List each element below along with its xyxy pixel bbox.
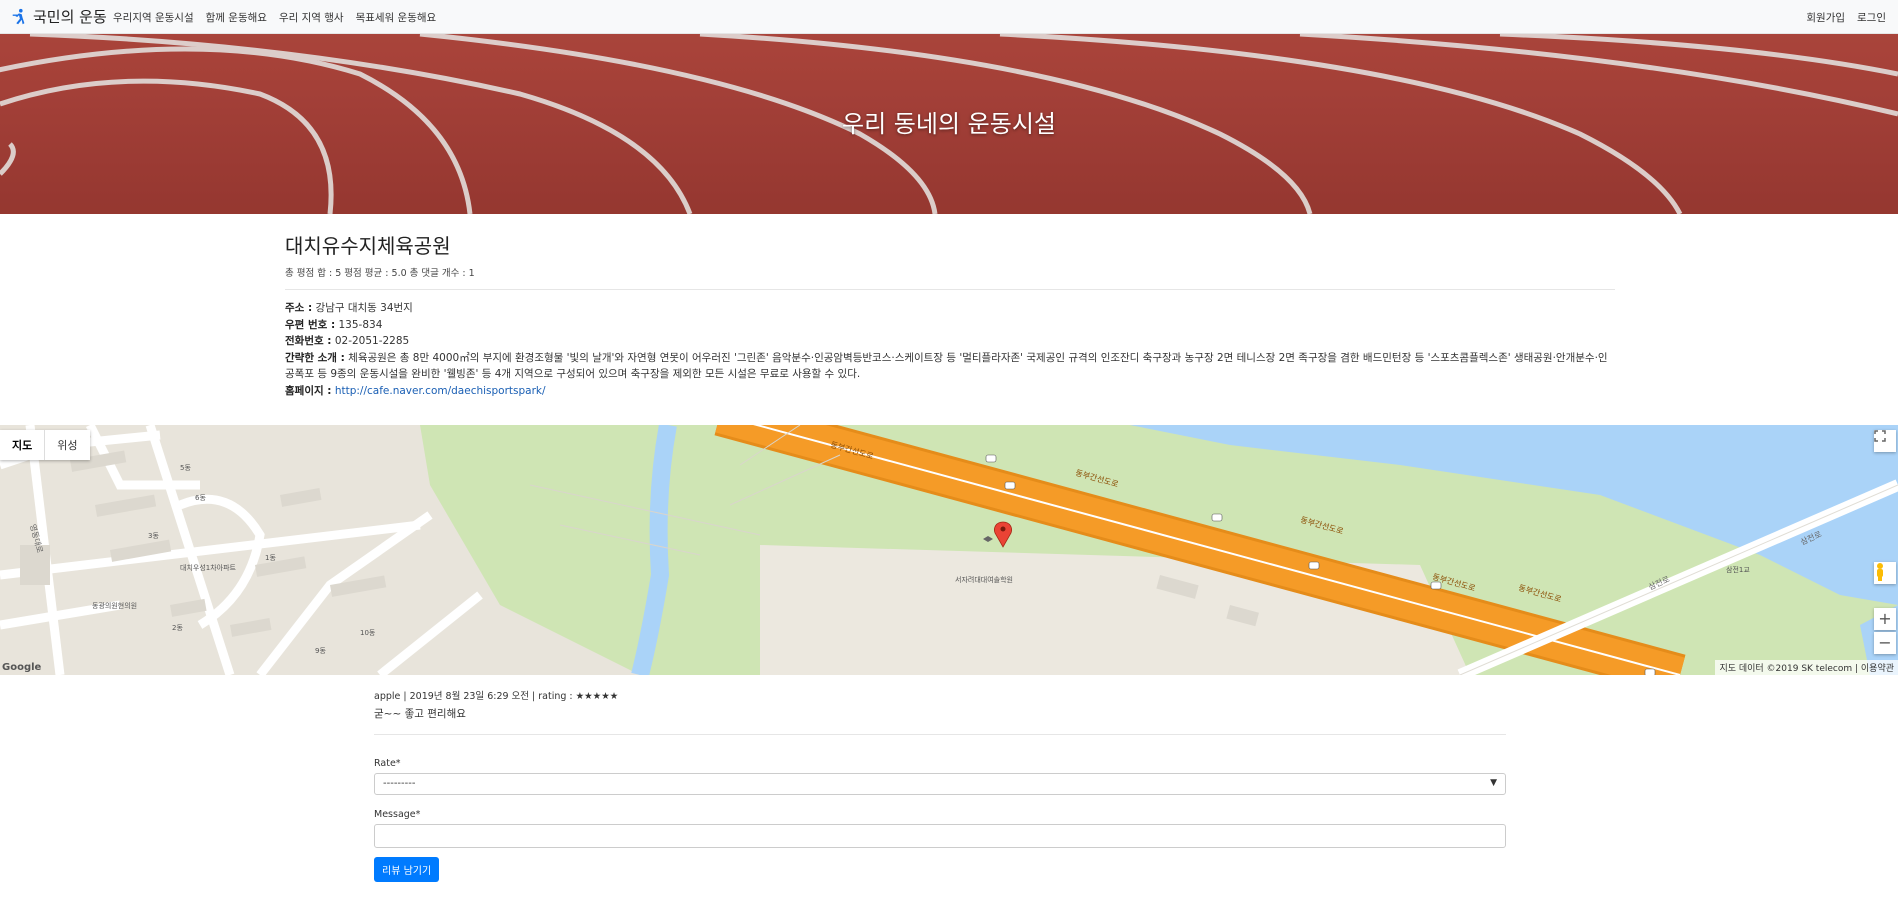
divider	[285, 289, 1615, 290]
chevron-down-icon: ▼	[1490, 778, 1497, 788]
navbar: 국민의 운동 우리지역 운동시설 함께 운동해요 우리 지역 행사 목표세워 운…	[0, 0, 1898, 34]
intro-row: 간략한 소개 : 체육공원은 총 8만 4000㎡의 부지에 환경조형물 '빛의…	[285, 350, 1615, 383]
map-label-school: 서자려대대여솔학원	[955, 575, 1013, 584]
zoom-in-button[interactable]: +	[1874, 608, 1896, 630]
street-view-button[interactable]	[1874, 562, 1896, 584]
nav-links: 우리지역 운동시설 함께 운동해요 우리 지역 행사 목표세워 운동해요	[113, 10, 436, 25]
zip-row: 우편 번호 : 135-834	[285, 317, 1615, 334]
hero-banner: 우리 동네의 운동시설	[0, 34, 1898, 214]
zoom-out-button[interactable]: −	[1874, 632, 1896, 654]
map-type-satellite-button[interactable]: 위성	[45, 430, 89, 460]
fullscreen-icon	[1874, 430, 1886, 442]
nav-item-together[interactable]: 함께 운동해요	[206, 10, 267, 25]
review-message: 굳~~ 좋고 편리해요	[374, 708, 466, 720]
map-label-building: 1동	[265, 554, 276, 562]
map-label-samjeon-1: 삼전1교	[1726, 565, 1750, 574]
message-input[interactable]	[374, 824, 1506, 848]
intro-label: 간략한 소개 :	[285, 351, 345, 364]
brand-link[interactable]: 국민의 운동	[10, 6, 107, 27]
divider	[374, 734, 1506, 735]
phone-row: 전화번호 : 02-2051-2285	[285, 333, 1615, 350]
homepage-row: 홈페이지 : http://cafe.naver.com/daechisport…	[285, 383, 1615, 400]
facility-detail: 대치유수지체육공원 총 평점 합 : 5 평점 평균 : 5.0 총 댓글 개수…	[285, 230, 1615, 399]
phone-value: 02-2051-2285	[334, 335, 410, 347]
brand-name: 국민의 운동	[33, 8, 107, 26]
review-item: apple | 2019년 8월 23일 6:29 오전 | rating : …	[374, 688, 1506, 735]
login-link[interactable]: 로그인	[1857, 10, 1886, 25]
map-label-building: 9동	[315, 647, 326, 655]
highway-shield-icon	[1644, 668, 1656, 675]
nav-right: 회원가입 로그인	[1806, 10, 1886, 25]
signup-link[interactable]: 회원가입	[1806, 10, 1845, 25]
message-label: Message*	[374, 809, 421, 820]
homepage-label: 홈페이지 :	[285, 384, 332, 397]
map-type-control: 지도 위성	[0, 430, 90, 460]
fullscreen-button[interactable]	[1874, 430, 1896, 452]
zip-label: 우편 번호 :	[285, 318, 336, 331]
zip-value: 135-834	[338, 318, 383, 331]
map-attribution[interactable]: 지도 데이터 ©2019 SK telecom | 이용약관	[1715, 660, 1898, 675]
homepage-link[interactable]: http://cafe.naver.com/daechisportspark/	[335, 385, 546, 397]
map-type-map-button[interactable]: 지도	[0, 430, 46, 460]
map-label-building: 5동	[180, 464, 191, 472]
map-label-building: 10동	[360, 629, 376, 637]
map-view[interactable]: 5동 6동 3동 1동 2동 10동 9동 대치우성1차아파트 동광의원현의원 …	[0, 425, 1898, 675]
phone-label: 전화번호 :	[285, 335, 332, 347]
map-label-hospital: 동광의원현의원	[92, 601, 137, 610]
map-label-building: 6동	[195, 494, 206, 502]
facility-name: 대치유수지체육공원	[285, 234, 451, 258]
highway-shield-icon	[985, 454, 997, 463]
map-label-apartment: 대치우성1차아파트	[180, 563, 237, 572]
runner-icon	[12, 8, 25, 24]
address-row: 주소 : 강남구 대치동 34번지	[285, 300, 1615, 317]
google-logo: Google	[2, 662, 42, 673]
rate-select-value: ---------	[383, 778, 416, 789]
highway-shield-icon	[1308, 561, 1320, 570]
pegman-icon	[1877, 563, 1883, 581]
highway-shield-icon	[1004, 481, 1016, 490]
intro-value: 체육공원은 총 8만 4000㎡의 부지에 환경조형물 '빛의 날개'와 자연형…	[285, 351, 1608, 381]
nav-item-goals[interactable]: 목표세워 운동해요	[356, 10, 437, 25]
facility-stats: 총 평점 합 : 5 평점 평균 : 5.0 총 댓글 개수 : 1	[285, 268, 475, 279]
hero-title: 우리 동네의 운동시설	[842, 110, 1056, 138]
nav-item-events[interactable]: 우리 지역 행사	[279, 10, 344, 25]
rate-select[interactable]: --------- ▼	[374, 773, 1506, 795]
nav-item-facilities[interactable]: 우리지역 운동시설	[113, 10, 194, 25]
address-value: 강남구 대치동 34번지	[315, 302, 413, 314]
review-meta: apple | 2019년 8월 23일 6:29 오전 | rating : …	[374, 691, 619, 702]
highway-shield-icon	[1430, 581, 1442, 590]
map-label-building: 3동	[148, 532, 159, 540]
rate-label: Rate*	[374, 758, 401, 769]
address-label: 주소 :	[285, 302, 313, 314]
highway-shield-icon	[1211, 513, 1223, 522]
submit-review-button[interactable]: 리뷰 남기기	[374, 857, 440, 882]
map-label-building: 2동	[172, 624, 183, 632]
map-canvas[interactable]: 5동 6동 3동 1동 2동 10동 9동 대치우성1차아파트 동광의원현의원 …	[0, 425, 1898, 675]
review-form: Rate* --------- ▼ Message* 리뷰 남기기	[374, 758, 1506, 882]
